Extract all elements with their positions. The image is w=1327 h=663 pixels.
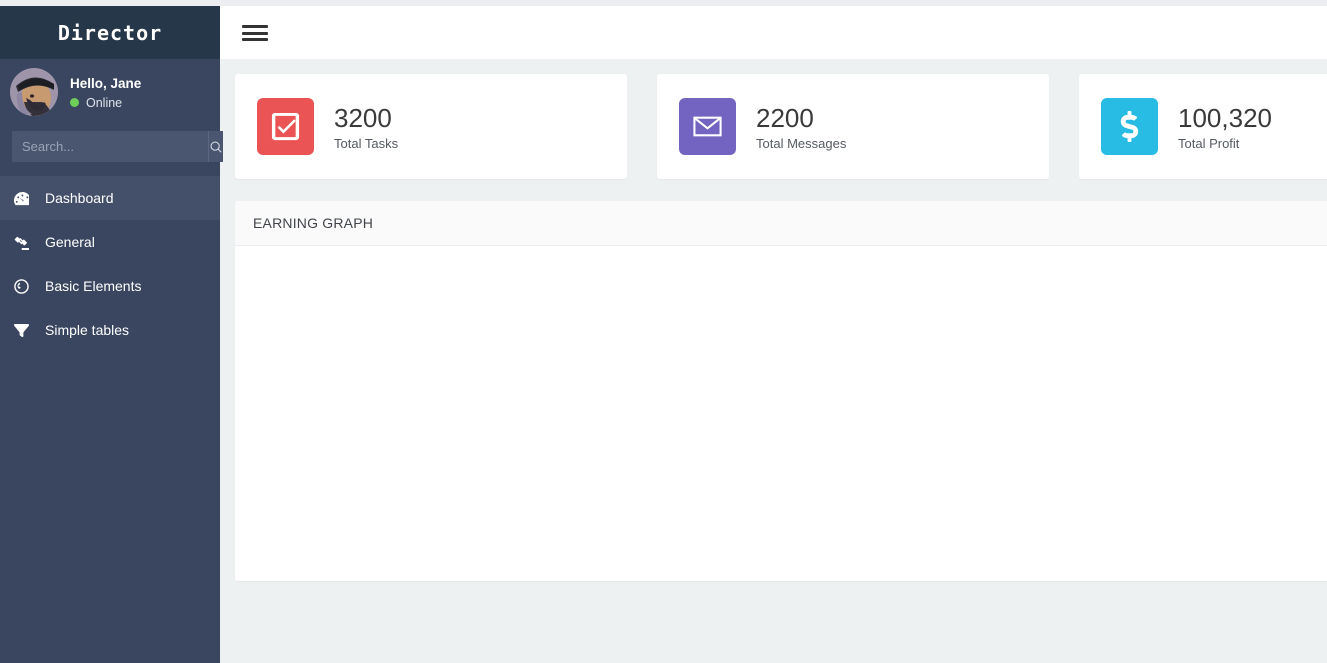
stat-card-text: 100,320 Total Profit [1178, 103, 1272, 151]
stat-card-value: 2200 [756, 102, 814, 133]
user-meta: Hello, Jane Online [70, 75, 141, 110]
sidebar-item-dashboard[interactable]: Dashboard [0, 176, 220, 220]
stat-card-icon-box [1101, 98, 1158, 155]
stat-card-text: 2200 Total Messages [756, 103, 846, 151]
gavel-icon [14, 235, 36, 250]
sidebar-user-block: Hello, Jane Online [0, 59, 220, 125]
stat-cards-row: 3200 Total Tasks 2200 Total Messages 100… [220, 59, 1327, 179]
panel-header: EARNING GRAPH [235, 201, 1327, 246]
user-status: Online [70, 96, 141, 110]
stat-card-label: Total Messages [756, 135, 847, 151]
user-greeting: Hello, Jane [70, 75, 142, 91]
stat-card-total-tasks[interactable]: 3200 Total Tasks [235, 74, 627, 179]
search-icon [210, 140, 222, 153]
sidebar-item-simple-tables[interactable]: Simple tables [0, 308, 220, 352]
sidebar-search [12, 131, 223, 162]
sidebar-item-basic-elements[interactable]: Basic Elements [0, 264, 220, 308]
stat-card-label: Total Tasks [334, 135, 399, 151]
hamburger-menu-icon[interactable] [242, 22, 270, 44]
online-status-dot [70, 98, 79, 107]
stat-card-label: Total Profit [1178, 135, 1240, 151]
check-square-icon [271, 112, 300, 141]
sidebar: Director Hello, Jane Online Search... Da… [0, 6, 223, 663]
dollar-sign-icon [1120, 111, 1139, 142]
user-portrait-avatar-icon [10, 68, 58, 116]
globe-icon [14, 278, 36, 294]
app-root: Director Hello, Jane Online Search... Da… [0, 0, 1327, 663]
hamburger-bar [242, 31, 268, 35]
stat-card-value: 100,320 [1178, 102, 1272, 133]
sidebar-brand[interactable]: Director [0, 6, 220, 59]
hamburger-bar [242, 38, 268, 41]
stat-card-total-profit[interactable]: 100,320 Total Profit [1079, 74, 1327, 179]
hamburger-bar [242, 25, 268, 28]
stat-card-text: 3200 Total Tasks [334, 103, 398, 151]
sidebar-nav: Dashboard General Basic Elements Simple … [0, 176, 220, 352]
avatar [10, 68, 58, 116]
envelope-icon [693, 116, 722, 137]
stat-card-total-messages[interactable]: 2200 Total Messages [657, 74, 1049, 179]
search-input[interactable] [12, 131, 208, 162]
brand-title: Director [57, 20, 163, 45]
tachometer-icon [14, 191, 36, 206]
sidebar-item-general[interactable]: General [0, 220, 220, 264]
earning-graph-panel: EARNING GRAPH [235, 201, 1327, 581]
search-button[interactable] [208, 131, 223, 162]
stat-card-value: 3200 [334, 102, 392, 133]
sidebar-item-label: Dashboard [45, 190, 114, 206]
sidebar-item-label: Simple tables [45, 322, 130, 338]
sidebar-item-label: Basic Elements [45, 278, 142, 294]
main-content: 3200 Total Tasks 2200 Total Messages 100… [220, 59, 1327, 663]
earning-graph-canvas[interactable] [235, 246, 1327, 581]
topbar [220, 6, 1327, 59]
user-status-label: Online [86, 95, 123, 110]
stat-card-icon-box [257, 98, 314, 155]
panel-title: EARNING GRAPH [253, 215, 374, 231]
sidebar-item-label: General [45, 234, 95, 250]
filter-icon [14, 323, 36, 338]
stat-card-icon-box [679, 98, 736, 155]
